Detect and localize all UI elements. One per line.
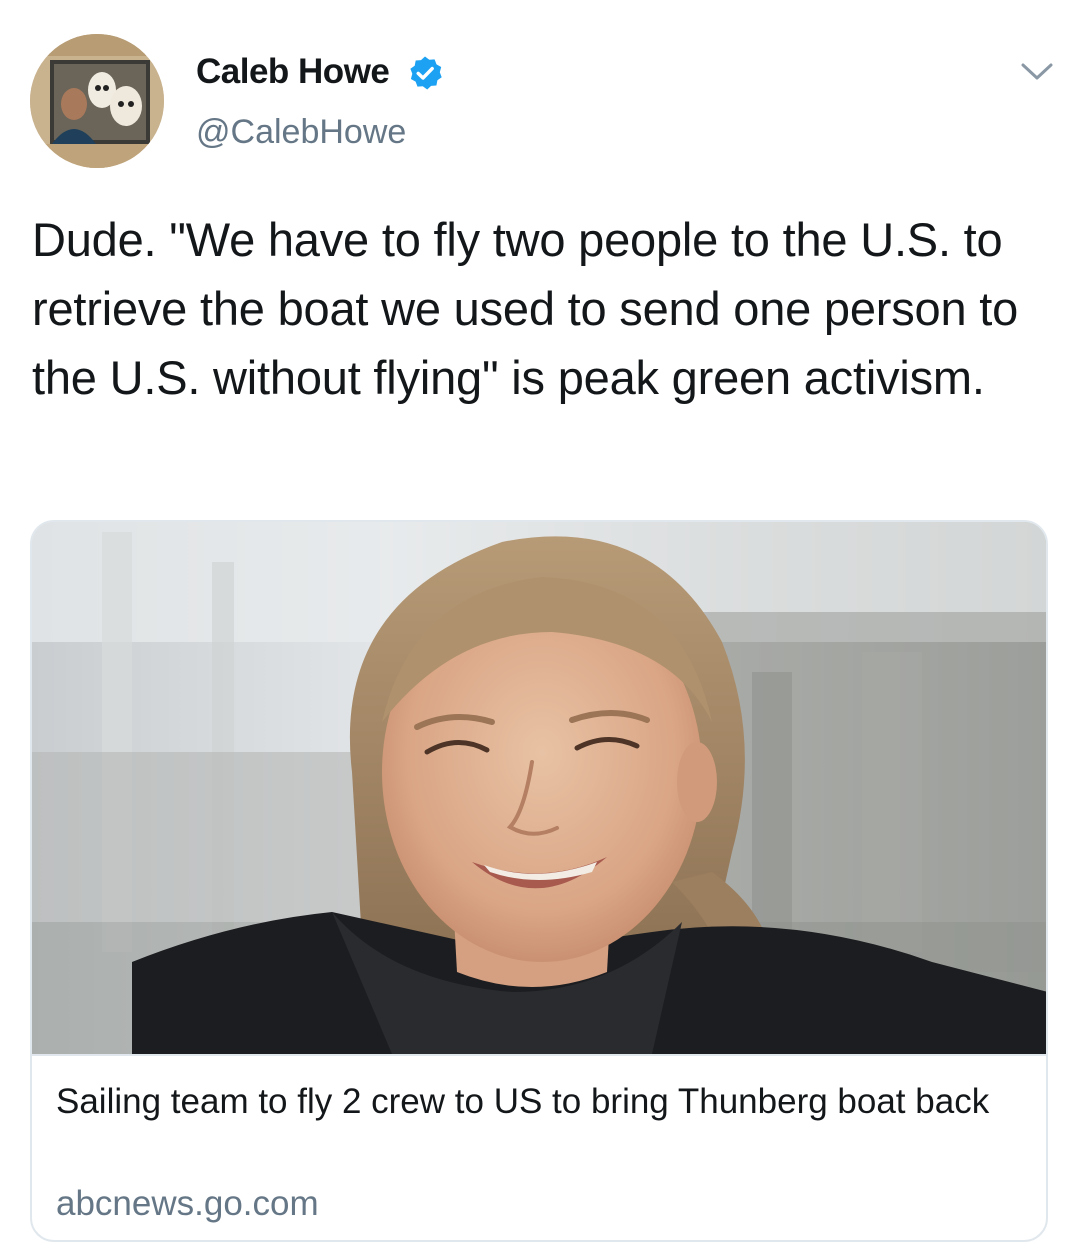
link-card-title: Sailing team to fly 2 crew to US to brin… xyxy=(56,1082,990,1121)
avatar-image xyxy=(30,34,164,168)
link-card-image xyxy=(32,522,1046,1056)
author-handle[interactable]: @CalebHowe xyxy=(196,113,406,152)
avatar[interactable] xyxy=(30,34,164,168)
display-name[interactable]: Caleb Howe xyxy=(196,52,390,92)
verified-badge-icon xyxy=(410,56,442,90)
link-card-domain: abcnews.go.com xyxy=(56,1184,319,1223)
tweet-text: Dude. "We have to fly two people to the … xyxy=(32,213,1019,404)
chevron-down-icon[interactable] xyxy=(1018,56,1056,86)
tweet: Caleb Howe @CalebHowe Dude. "We have to … xyxy=(0,0,1080,1248)
link-card[interactable]: Sailing team to fly 2 crew to US to brin… xyxy=(30,520,1048,1242)
